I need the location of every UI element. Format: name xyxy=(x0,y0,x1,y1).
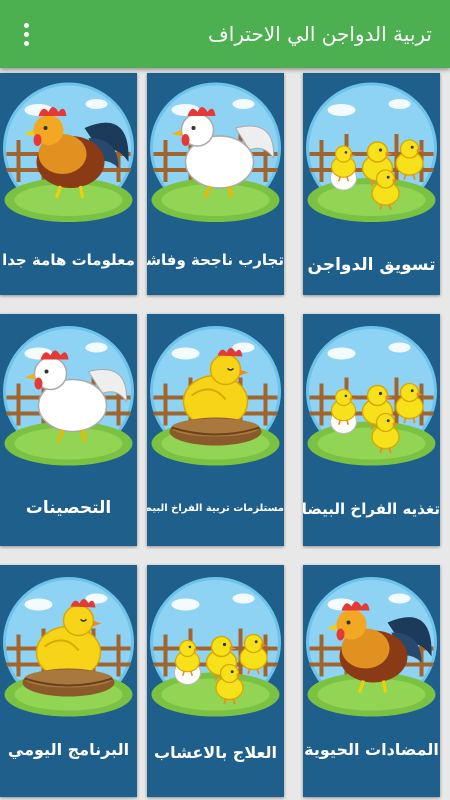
topic-card-daily-program[interactable]: البرنامج اليومي xyxy=(0,565,137,797)
white-rooster-icon xyxy=(3,326,134,466)
white-rooster-icon xyxy=(150,82,281,222)
hen-nest-icon xyxy=(3,577,134,717)
chicks-icon xyxy=(306,326,437,466)
topic-card-label: معلومات هامة جدا xyxy=(2,251,135,269)
topic-card-antibiotics[interactable]: المضادات الحيوية xyxy=(303,565,440,797)
topic-card-important-info[interactable]: معلومات هامة جدا xyxy=(0,73,137,295)
topic-card-label: تغذيه الفراخ البيضاء xyxy=(303,500,440,518)
topic-card-label: التحصينات xyxy=(25,498,112,518)
topic-card-label: العلاج بالاعشاب xyxy=(154,743,277,762)
topic-card-chick-feeding[interactable]: تغذيه الفراخ البيضاء xyxy=(303,314,440,546)
overflow-menu-icon[interactable] xyxy=(10,18,42,50)
topic-card-label: البرنامج اليومي xyxy=(7,740,130,759)
topic-card-marketing[interactable]: تسويق الدواجن xyxy=(303,73,440,295)
rooster-icon xyxy=(3,82,134,222)
topic-card-label: المضادات الحيوية xyxy=(304,740,439,759)
topic-card-experiences[interactable]: تجارب ناجحة وفاشلة xyxy=(147,73,284,295)
topic-card-supplies[interactable]: مستلزمات تربية الفراخ البيضاء xyxy=(147,314,284,546)
chicks-icon xyxy=(150,577,281,717)
topic-card-label: تجارب ناجحة وفاشلة xyxy=(147,251,284,269)
app-title: تربية الدواجن الي الاحتراف xyxy=(208,22,432,46)
topic-card-herbal-treatment[interactable]: العلاج بالاعشاب xyxy=(147,565,284,797)
topics-grid: تسويق الدواجن تجارب ناجحة وفاشلة xyxy=(0,68,450,800)
rooster-icon xyxy=(306,577,437,717)
topic-card-vaccinations[interactable]: التحصينات xyxy=(0,314,137,546)
chicks-icon xyxy=(306,82,437,222)
app-bar: تربية الدواجن الي الاحتراف xyxy=(0,0,450,68)
hen-nest-icon xyxy=(150,326,281,466)
topic-card-label: تسويق الدواجن xyxy=(307,255,436,275)
topic-card-label: مستلزمات تربية الفراخ البيضاء xyxy=(147,503,284,514)
